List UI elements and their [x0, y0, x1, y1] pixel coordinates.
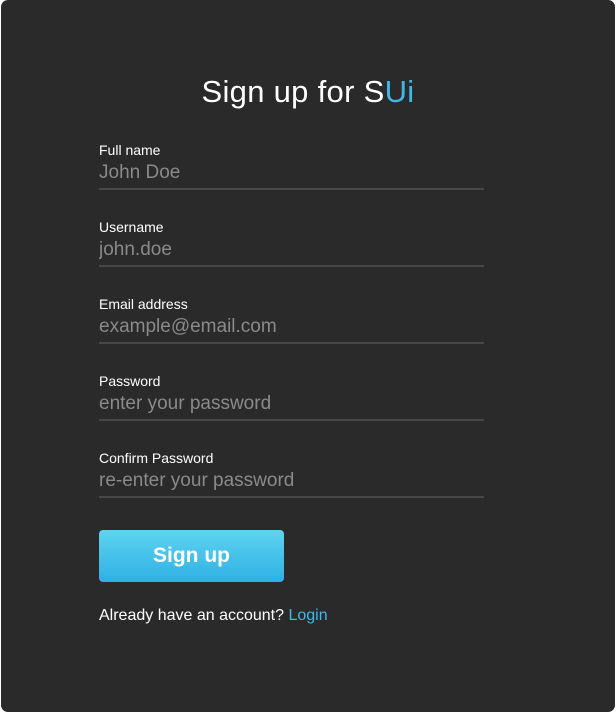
title-prefix: Sign up for	[201, 74, 364, 109]
signup-card: Sign up for SUi Full name Username Email…	[1, 0, 615, 712]
password-label: Password	[99, 373, 161, 389]
confirm-password-field-group: Confirm Password	[99, 450, 484, 508]
username-label: Username	[99, 219, 164, 235]
password-input[interactable]	[99, 389, 484, 421]
brand-s: S	[363, 74, 385, 109]
password-field-group: Password	[99, 373, 484, 431]
full-name-field-group: Full name	[99, 142, 484, 200]
email-field-group: Email address	[99, 296, 484, 354]
confirm-password-input[interactable]	[99, 466, 484, 498]
brand-ui: Ui	[384, 74, 415, 109]
username-input[interactable]	[99, 235, 484, 267]
email-label: Email address	[99, 296, 188, 312]
confirm-password-label: Confirm Password	[99, 450, 214, 466]
login-link[interactable]: Login	[288, 607, 327, 624]
email-input[interactable]	[99, 312, 484, 344]
page-title: Sign up for SUi	[1, 72, 615, 112]
username-field-group: Username	[99, 219, 484, 277]
login-prompt-text: Already have an account?	[99, 607, 289, 624]
signup-button[interactable]: Sign up	[99, 530, 284, 582]
full-name-input[interactable]	[99, 158, 484, 190]
login-prompt: Already have an account? Login	[99, 606, 328, 626]
full-name-label: Full name	[99, 142, 161, 158]
